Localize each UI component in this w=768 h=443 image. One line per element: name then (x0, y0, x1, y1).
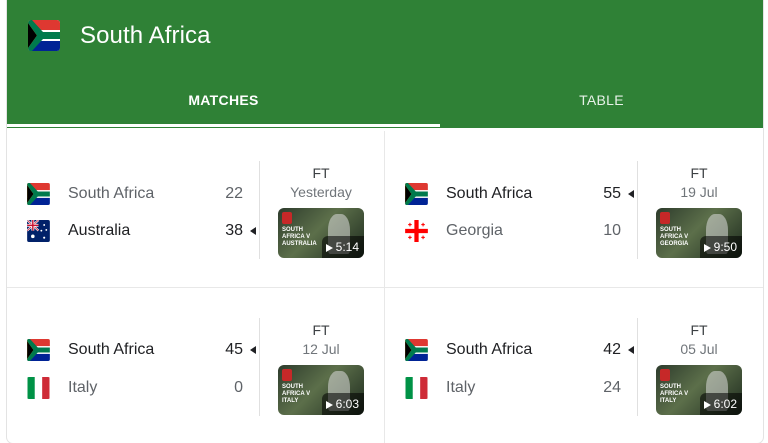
rugby-logo-icon (282, 369, 292, 381)
video-duration-badge: 5:14 (321, 236, 364, 258)
play-icon (703, 401, 711, 409)
match-card[interactable]: South Africa 42 Italy 24 FT 05 Jul SOUTH… (385, 288, 762, 443)
team-score: 55 (603, 185, 621, 202)
match-date: 05 Jul (680, 341, 718, 357)
team-name: South Africa (446, 185, 533, 202)
team-score: 10 (603, 222, 621, 239)
team-row: Georgia 10 (385, 219, 625, 243)
play-icon (325, 244, 333, 252)
team-name: Italy (446, 379, 476, 396)
video-duration: 5:14 (335, 240, 359, 254)
winner-arrow-icon (628, 190, 634, 198)
team-title: South Africa (80, 22, 211, 49)
winner-arrow-icon (628, 346, 634, 354)
south-africa-flag-icon (405, 183, 428, 205)
team-row: South Africa 22 (7, 182, 247, 206)
match-date: 12 Jul (302, 341, 340, 357)
match-date: 19 Jul (680, 184, 718, 200)
match-status: FT (312, 165, 330, 181)
team-name: Georgia (446, 222, 503, 239)
south-africa-flag-icon (28, 20, 60, 51)
team-row: South Africa 45 (7, 338, 256, 362)
video-caption: SOUTH AFRICA V AUSTRALIA (282, 227, 317, 247)
team-row: South Africa 55 (385, 182, 634, 206)
winner-arrow-icon (250, 227, 256, 235)
team-row: Italy 24 (385, 376, 625, 400)
australia-flag-icon (27, 220, 50, 242)
match-divider (637, 161, 638, 259)
team-name: Italy (68, 379, 98, 396)
match-status: FT (690, 322, 708, 338)
south-africa-flag-icon (405, 339, 428, 361)
match-status: FT (312, 322, 330, 338)
italy-flag-icon (405, 377, 428, 399)
match-divider (637, 318, 638, 416)
rugby-logo-icon (660, 212, 670, 224)
match-divider (259, 161, 260, 259)
match-card[interactable]: South Africa 45 Italy 0 FT 12 Jul SOUTH … (7, 288, 384, 443)
team-score: 45 (225, 341, 243, 358)
active-tab-indicator (7, 124, 440, 127)
italy-flag-icon (27, 377, 50, 399)
play-icon (325, 401, 333, 409)
georgia-flag-icon (405, 220, 428, 242)
video-duration-badge: 9:50 (699, 236, 742, 258)
team-row: Italy 0 (7, 376, 247, 400)
team-name: Australia (68, 222, 131, 239)
match-card[interactable]: South Africa 55 Georgia 10 FT 19 Jul SOU… (385, 131, 762, 287)
video-caption: SOUTH AFRICA V GEORGIA (660, 227, 689, 247)
team-row: South Africa 42 (385, 338, 634, 362)
rugby-logo-icon (660, 369, 670, 381)
video-duration: 9:50 (713, 240, 737, 254)
sports-results-card: South Africa MATCHES TABLE South Africa … (7, 0, 763, 443)
team-score: 0 (234, 379, 243, 396)
video-caption: SOUTH AFRICA V ITALY (282, 384, 311, 404)
south-africa-flag-icon (27, 183, 50, 205)
highlights-video-thumbnail[interactable]: SOUTH AFRICA V ITALY 6:02 (656, 365, 742, 415)
highlights-video-thumbnail[interactable]: SOUTH AFRICA V GEORGIA 9:50 (656, 208, 742, 258)
video-duration: 6:03 (335, 397, 359, 411)
team-name: South Africa (446, 341, 533, 358)
highlights-video-thumbnail[interactable]: SOUTH AFRICA V AUSTRALIA 5:14 (278, 208, 364, 258)
team-score: 24 (603, 379, 621, 396)
team-header: South Africa MATCHES TABLE (7, 0, 763, 128)
match-divider (259, 318, 260, 416)
play-icon (703, 244, 711, 252)
team-name: South Africa (68, 185, 155, 202)
video-caption: SOUTH AFRICA V ITALY (660, 384, 689, 404)
match-date: Yesterday (290, 184, 352, 200)
video-duration: 6:02 (713, 397, 737, 411)
rugby-logo-icon (282, 212, 292, 224)
video-duration-badge: 6:03 (321, 393, 364, 415)
team-name: South Africa (68, 341, 155, 358)
match-card[interactable]: South Africa 22 Australia 38 FT Yesterda… (7, 131, 384, 287)
tab-matches[interactable]: MATCHES (7, 80, 440, 124)
team-score: 22 (225, 185, 243, 202)
highlights-video-thumbnail[interactable]: SOUTH AFRICA V ITALY 6:03 (278, 365, 364, 415)
match-status: FT (690, 165, 708, 181)
team-score: 38 (225, 222, 243, 239)
south-africa-flag-icon (27, 339, 50, 361)
video-duration-badge: 6:02 (699, 393, 742, 415)
tab-table[interactable]: TABLE (440, 80, 763, 124)
team-score: 42 (603, 341, 621, 358)
team-row: Australia 38 (7, 219, 256, 243)
winner-arrow-icon (250, 346, 256, 354)
